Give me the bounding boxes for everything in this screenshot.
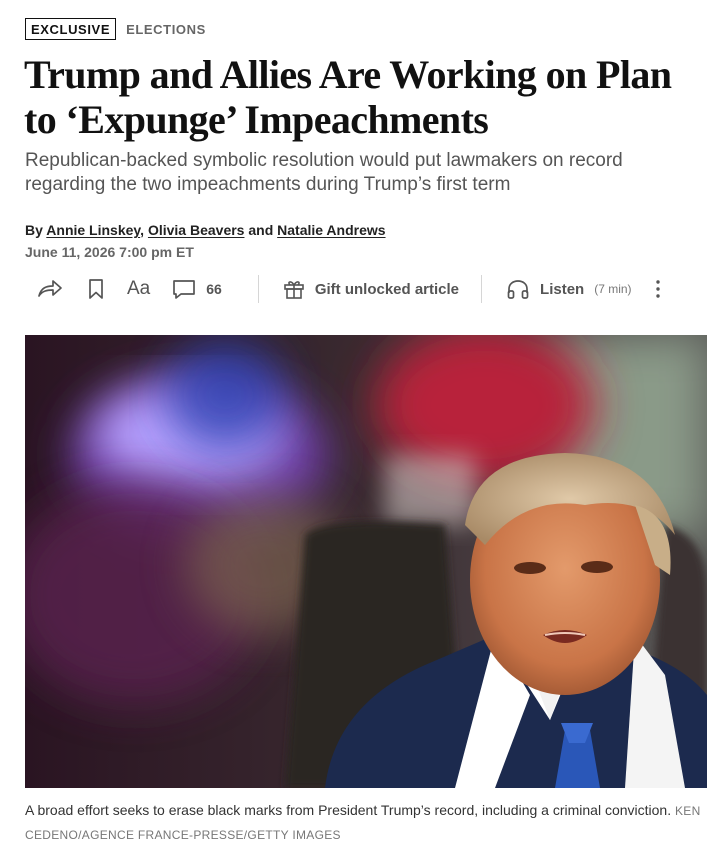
toolbar-divider	[481, 275, 483, 303]
share-arrow-icon	[37, 278, 63, 300]
toolbar-divider	[257, 275, 259, 303]
article-photo	[25, 335, 707, 788]
section-link-elections[interactable]: ELECTIONS	[126, 22, 206, 37]
listen-duration: (7 min)	[594, 282, 632, 296]
bookmark-button[interactable]	[87, 270, 105, 308]
text-size-button[interactable]: Aa	[127, 270, 150, 308]
byline-and: and	[248, 222, 274, 238]
gift-article-button[interactable]: Gift unlocked article	[283, 270, 459, 308]
author-link-linskey[interactable]: Annie Linskey	[46, 222, 140, 238]
listen-button[interactable]: Listen (7 min)	[506, 270, 632, 308]
share-button[interactable]	[25, 270, 63, 308]
comment-bubble-icon	[172, 278, 196, 300]
byline-comma: ,	[140, 222, 145, 238]
caption-text: A broad effort seeks to erase black mark…	[25, 802, 672, 818]
bookmark-icon	[87, 278, 105, 300]
comments-count: 66	[206, 281, 222, 297]
article-toolbar: Aa 66 Gift unlocked article Listen (7 mi…	[25, 270, 685, 308]
listen-label: Listen	[540, 280, 585, 298]
exclusive-badge: EXCLUSIVE	[25, 18, 117, 40]
gift-article-label: Gift unlocked article	[314, 280, 460, 298]
text-size-icon: Aa	[127, 278, 151, 299]
gift-icon	[283, 278, 305, 300]
author-link-beavers[interactable]: Olivia Beavers	[148, 222, 245, 238]
comments-button[interactable]: 66	[172, 270, 222, 308]
more-options-button[interactable]	[654, 270, 662, 308]
vertical-ellipsis-icon	[654, 278, 662, 300]
article-dek: Republican-backed symbolic resolution wo…	[25, 150, 623, 195]
article-headline: Trump and Allies Are Working on Plan to …	[24, 52, 672, 142]
author-link-andrews[interactable]: Natalie Andrews	[277, 222, 385, 238]
photo-caption: A broad effort seeks to erase black mark…	[25, 799, 705, 847]
byline-prefix: By	[25, 222, 43, 238]
publish-date: June 11, 2026 7:00 pm ET	[25, 244, 194, 260]
article-flags: EXCLUSIVE ELECTIONS	[25, 16, 206, 42]
headphones-icon	[506, 278, 530, 300]
byline: By Annie Linskey, Olivia Beavers and Nat…	[25, 222, 386, 238]
